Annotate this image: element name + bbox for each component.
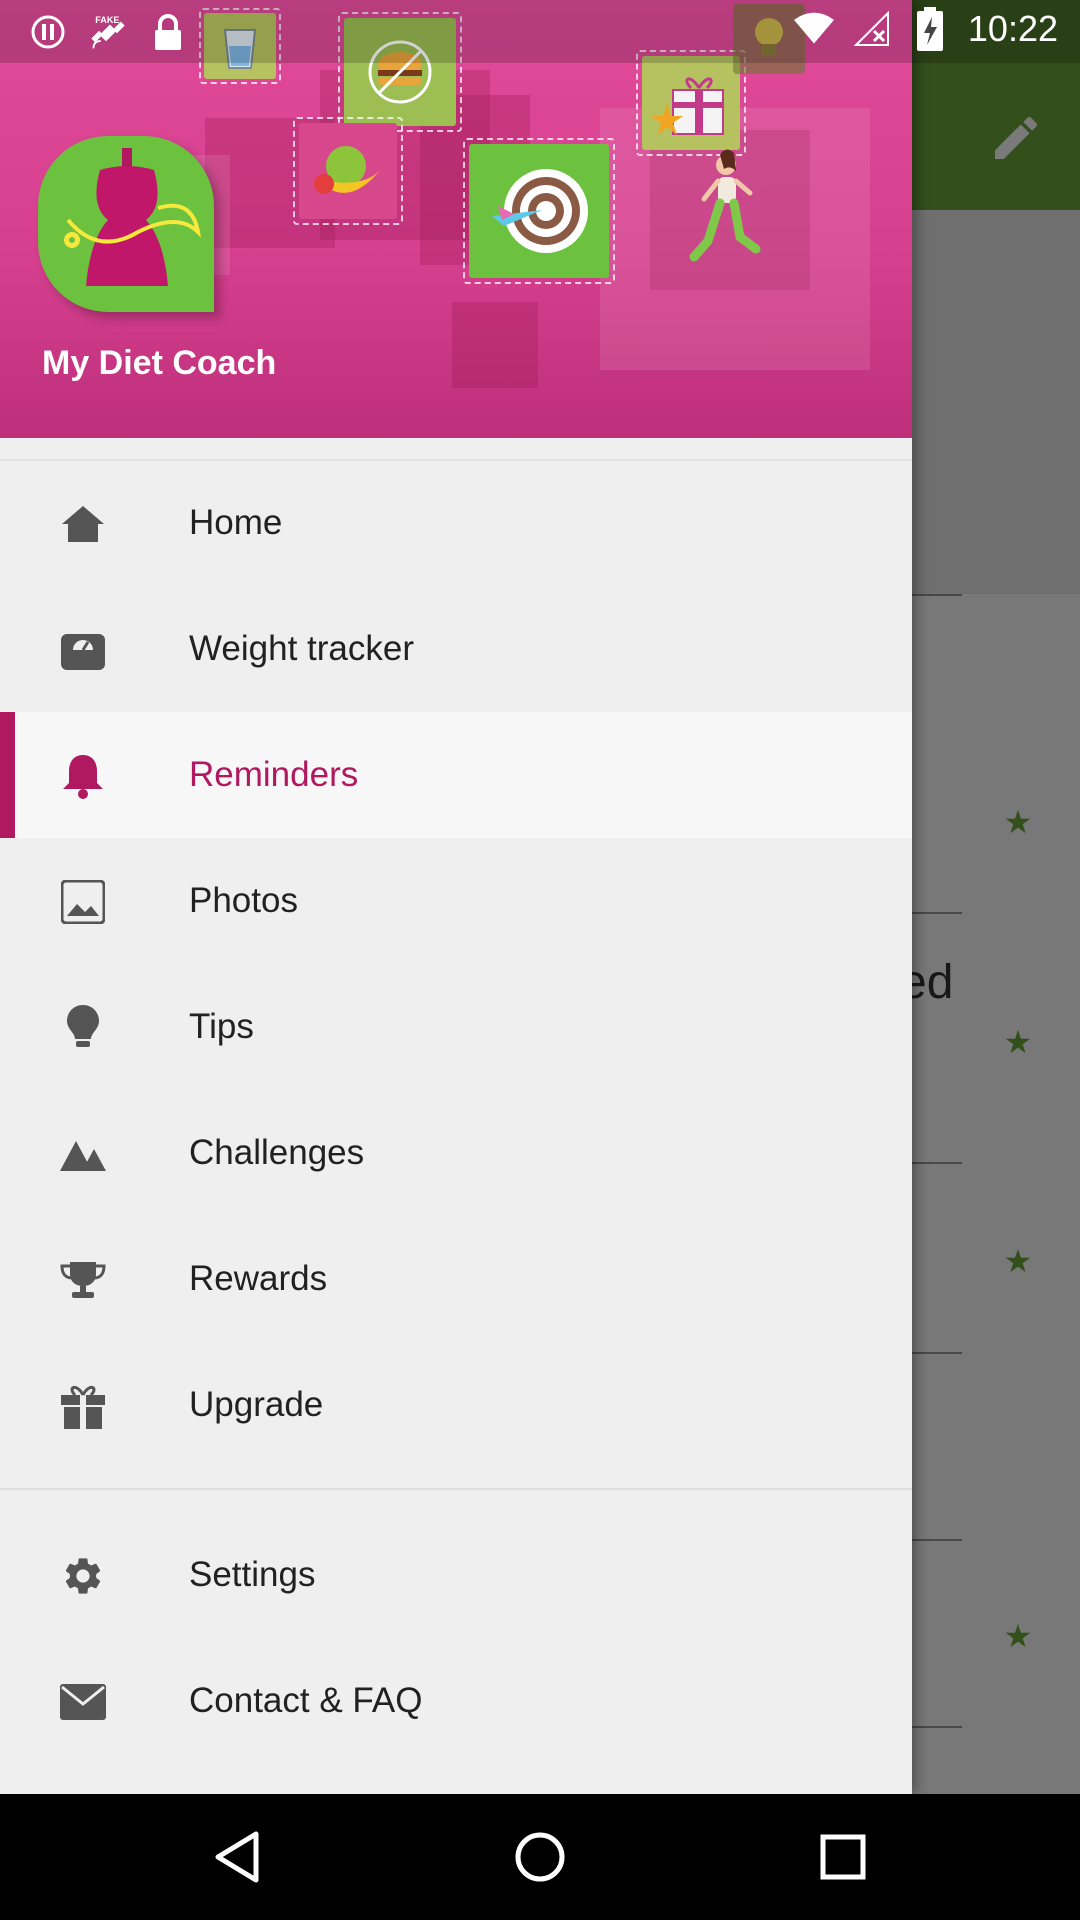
system-navigation-bar [0,1794,1080,1920]
back-button[interactable] [202,1822,272,1892]
menu-item-label: Weight tracker [189,629,414,668]
target-tile [463,138,615,284]
menu-item-rewards[interactable]: Rewards [0,1216,912,1342]
menu-item-contact-faq[interactable]: Contact & FAQ [0,1638,912,1764]
divider [0,1488,912,1490]
gear-icon [60,1553,106,1599]
menu-item-label: Reminders [189,755,359,794]
home-button[interactable] [505,1822,575,1892]
recents-button[interactable] [808,1822,878,1892]
gift-icon [60,1383,106,1429]
gift-tile [636,50,746,156]
menu-item-weight-tracker[interactable]: Weight tracker [0,586,912,712]
menu-item-label: Home [189,503,283,542]
menu-item-label: Challenges [189,1133,365,1172]
fake-gps-icon: FAKE [88,12,128,52]
fruit-icon [299,123,397,219]
menu-item-label: Settings [189,1555,316,1594]
menu-item-label: Rewards [189,1259,328,1298]
menu-item-photos[interactable]: Photos [0,838,912,964]
photo-icon [60,879,106,925]
decor-square [452,302,538,388]
menu-item-home[interactable]: Home [0,460,912,586]
dress-form-icon [64,148,202,286]
menu-item-challenges[interactable]: Challenges [0,1090,912,1216]
wifi-icon [793,9,834,49]
scale-icon [60,627,106,673]
menu-item-upgrade[interactable]: Upgrade [0,1342,912,1468]
status-bar: FAKE 10:22 [0,0,1080,63]
recents-square-icon [820,1834,866,1880]
home-circle-icon [515,1832,565,1882]
mountain-icon [60,1131,106,1177]
lock-icon [148,12,188,52]
mail-icon [60,1679,106,1725]
navigation-drawer: My Diet Coach Home Weight tracker Remind… [0,0,912,1794]
back-triangle-icon [215,1831,259,1883]
drawer-header: My Diet Coach [0,0,912,438]
status-clock: 10:22 [967,8,1058,49]
signal-icon [852,9,892,49]
menu-item-label: Contact & FAQ [189,1681,423,1720]
target-icon [469,144,609,278]
app-name: My Diet Coach [42,344,277,382]
svg-text:FAKE: FAKE [95,15,119,25]
menu-item-label: Tips [189,1007,254,1046]
gift-star-icon [642,56,740,150]
menu-item-label: Photos [189,881,298,920]
trophy-icon [60,1257,106,1303]
home-icon [60,501,106,547]
menu-item-settings[interactable]: Settings [0,1512,912,1638]
menu-item-tips[interactable]: Tips [0,964,912,1090]
menu-item-reminders[interactable]: Reminders [0,712,912,838]
menu-item-label: Upgrade [189,1385,324,1424]
app-logo [38,136,214,312]
drawer-menu: Home Weight tracker Reminders Photos Tip… [0,460,912,1764]
fruit-tile [293,117,403,225]
alert-icon [28,12,68,52]
battery-icon [910,7,950,51]
runner-figure-icon [689,149,761,262]
lightbulb-icon [60,1005,106,1051]
bell-icon [60,753,106,799]
